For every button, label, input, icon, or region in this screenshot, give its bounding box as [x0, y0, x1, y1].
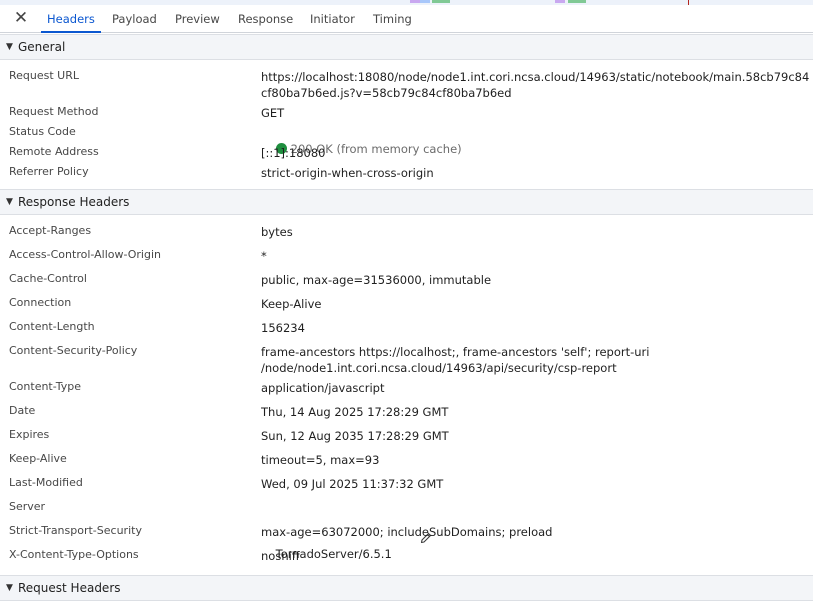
header-name: Referrer Policy — [9, 165, 89, 178]
tab-preview[interactable]: Preview — [169, 5, 226, 32]
header-name: Accept-Ranges — [9, 224, 92, 237]
tab-label: Payload — [112, 12, 157, 26]
section-title: Request Headers — [18, 581, 121, 595]
tab-headers[interactable]: Headers — [41, 5, 101, 33]
header-value-server[interactable]: TornadoServer/6.5.1 — [261, 500, 813, 580]
header-value[interactable]: [::1]:18080 — [261, 145, 813, 161]
tab-response[interactable]: Response — [232, 5, 299, 32]
timeline-mark — [432, 0, 450, 3]
header-name: Cache-Control — [9, 272, 87, 285]
close-icon[interactable]: ✕ — [12, 9, 30, 27]
header-value[interactable]: max-age=63072000; includeSubDomains; pre… — [261, 524, 813, 540]
header-name: Date — [9, 404, 36, 417]
header-name: X-Content-Type-Options — [9, 548, 139, 561]
section-general-header[interactable]: ▼ General — [0, 34, 813, 60]
header-value[interactable]: public, max-age=31536000, immutable — [261, 272, 813, 288]
header-name: Connection — [9, 296, 72, 309]
header-value[interactable]: strict-origin-when-cross-origin — [261, 165, 813, 181]
header-value[interactable]: nosniff — [261, 548, 813, 564]
header-value[interactable]: Keep-Alive — [261, 296, 813, 312]
section-response-headers-header[interactable]: ▼ Response Headers — [0, 189, 813, 215]
header-name: Access-Control-Allow-Origin — [9, 248, 162, 261]
header-name: Keep-Alive — [9, 452, 67, 465]
header-value[interactable]: * — [261, 248, 813, 264]
header-value[interactable]: frame-ancestors https://localhost;, fram… — [261, 344, 813, 376]
header-name: Request URL — [9, 69, 80, 82]
header-name: Status Code — [9, 125, 76, 138]
timeline-mark — [555, 0, 565, 3]
header-value[interactable]: https://localhost:18080/node/node1.int.c… — [261, 69, 813, 101]
tab-label: Response — [238, 12, 294, 26]
header-name: Server — [9, 500, 46, 513]
section-request-headers-header[interactable]: ▼ Request Headers — [0, 575, 813, 601]
timeline-mark — [410, 0, 420, 3]
tab-label: Headers — [47, 12, 95, 26]
header-name: Strict-Transport-Security — [9, 524, 142, 537]
header-value[interactable]: 156234 — [261, 320, 813, 336]
tab-label: Initiator — [310, 12, 355, 26]
tab-initiator[interactable]: Initiator — [304, 5, 361, 32]
details-tab-bar: ✕ Headers Payload Preview Response Initi… — [0, 5, 813, 33]
header-name: Last-Modified — [9, 476, 83, 489]
tab-label: Preview — [175, 12, 220, 26]
header-value[interactable]: timeout=5, max=93 — [261, 452, 813, 468]
triangle-down-icon: ▼ — [6, 42, 13, 52]
tab-label: Timing — [373, 12, 412, 26]
header-value[interactable]: Thu, 14 Aug 2025 17:28:29 GMT — [261, 404, 813, 420]
section-title: General — [18, 40, 66, 54]
header-name: Content-Type — [9, 380, 81, 393]
header-name: Content-Length — [9, 320, 95, 333]
tab-timing[interactable]: Timing — [367, 5, 418, 32]
triangle-down-icon: ▼ — [6, 583, 13, 593]
timeline-mark — [420, 0, 430, 3]
header-name: Remote Address — [9, 145, 99, 158]
header-name: Request Method — [9, 105, 99, 118]
section-title: Response Headers — [18, 195, 130, 209]
header-value[interactable]: GET — [261, 105, 813, 121]
header-name: Content-Security-Policy — [9, 344, 138, 357]
header-value[interactable]: application/javascript — [261, 380, 813, 396]
triangle-down-icon: ▼ — [6, 197, 13, 207]
timeline-mark — [568, 0, 586, 3]
tab-payload[interactable]: Payload — [106, 5, 163, 32]
header-value[interactable]: Wed, 09 Jul 2025 11:37:32 GMT — [261, 476, 813, 492]
active-tab-indicator — [41, 31, 101, 33]
header-name: Expires — [9, 428, 50, 441]
header-value[interactable]: bytes — [261, 224, 813, 240]
header-value[interactable]: Sun, 12 Aug 2035 17:28:29 GMT — [261, 428, 813, 444]
